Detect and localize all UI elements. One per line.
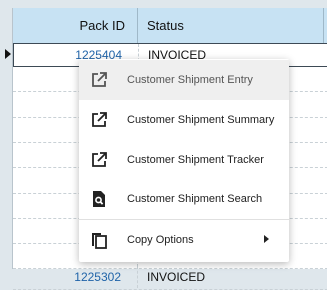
external-link-icon — [92, 72, 107, 87]
menu-item-label: Customer Shipment Summary — [127, 114, 275, 126]
menu-item-customer-shipment-search[interactable]: Customer Shipment Search — [79, 179, 289, 219]
copy-icon — [92, 233, 107, 249]
submenu-arrow-icon — [264, 235, 269, 243]
column-header-status[interactable]: Status — [139, 8, 327, 43]
row-pointer-icon — [5, 49, 11, 59]
external-link-icon — [92, 112, 107, 127]
external-link-icon — [92, 152, 107, 167]
menu-item-customer-shipment-entry[interactable]: Customer Shipment Entry — [79, 60, 289, 100]
grid-header: Pack ID Status — [13, 8, 327, 44]
table-row[interactable]: 1225302 INVOICED — [13, 266, 327, 290]
menu-item-label: Customer Shipment Entry — [127, 74, 253, 86]
pack-id-link[interactable]: 1225302 — [13, 266, 138, 288]
menu-item-customer-shipment-summary[interactable]: Customer Shipment Summary — [79, 100, 289, 140]
menu-item-label: Copy Options — [127, 234, 194, 246]
menu-item-label: Customer Shipment Search — [127, 193, 263, 205]
menu-item-customer-shipment-tracker[interactable]: Customer Shipment Tracker — [79, 140, 289, 180]
column-divider — [323, 8, 327, 43]
document-search-icon — [93, 191, 105, 207]
column-header-pack-id[interactable]: Pack ID — [13, 8, 138, 43]
menu-item-label: Customer Shipment Tracker — [127, 154, 264, 166]
menu-item-copy-options[interactable]: Copy Options — [79, 220, 289, 260]
status-cell: INVOICED — [147, 270, 206, 284]
context-menu: Customer Shipment Entry Customer Shipmen… — [79, 59, 289, 262]
